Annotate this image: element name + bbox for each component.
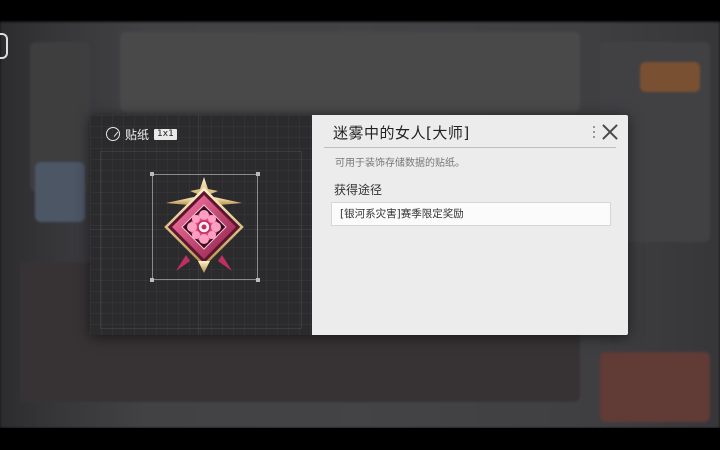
sticker-title: 迷雾中的女人[大师]	[333, 124, 470, 142]
letterbox-bottom	[0, 428, 720, 450]
selection-handle	[256, 172, 260, 176]
sticker-icon	[106, 127, 120, 141]
sticker-size-badge: 1x1	[154, 128, 177, 140]
letterbox-top	[0, 0, 720, 22]
title-divider	[324, 147, 616, 148]
sticker-info-panel: 迷雾中的女人[大师] 可用于装饰存储数据的贴纸。 获得途径 [银河系灾害]赛季限…	[312, 115, 628, 335]
back-tab-icon[interactable]	[0, 33, 8, 59]
sticker-emblem-image	[164, 177, 244, 273]
game-screen: 贴纸 1x1 迷雾中的女人[大师] 可用于装饰存储数据的贴纸。 获得途径 [银河…	[0, 0, 720, 450]
selection-handle	[150, 172, 154, 176]
selection-handle	[256, 278, 260, 282]
sticker-preview-panel: 贴纸 1x1	[90, 115, 312, 335]
sticker-category-label: 贴纸	[125, 127, 150, 142]
sticker-type-tag: 贴纸 1x1	[106, 125, 177, 143]
acquisition-source-item[interactable]: [银河系灾害]赛季限定奖励	[331, 202, 611, 226]
drag-handle-icon	[593, 126, 596, 140]
selection-handle	[150, 278, 154, 282]
acquisition-heading: 获得途径	[334, 183, 383, 197]
sticker-description: 可用于装饰存储数据的贴纸。	[335, 158, 465, 169]
sticker-detail-dialog: 贴纸 1x1 迷雾中的女人[大师] 可用于装饰存储数据的贴纸。 获得途径 [银河…	[90, 115, 628, 335]
close-button[interactable]	[599, 121, 621, 143]
